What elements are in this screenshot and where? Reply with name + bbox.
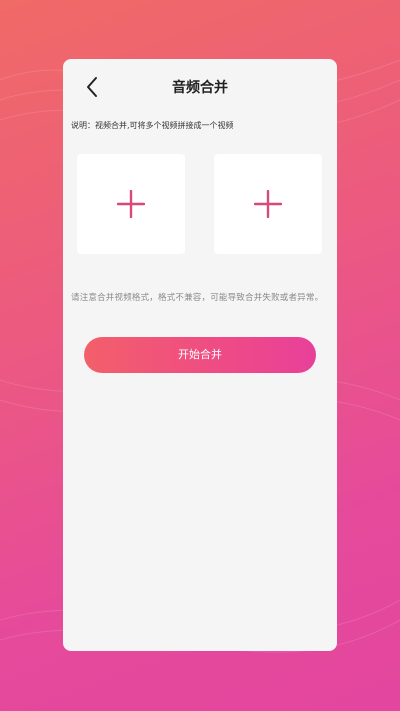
description-text: 说明：视频合并,可将多个视频拼接成一个视频 [71,121,234,130]
page-title: 音频合并 [172,80,228,96]
compatibility-notice: 请注意合并视频格式，格式不兼容，可能导致合并失败或者异常。 [71,293,324,303]
video-upload-slot-1[interactable] [77,154,185,254]
main-card: 音频合并 说明：视频合并,可将多个视频拼接成一个视频 请注意合并视频格式，格式不… [63,59,337,651]
plus-icon [254,190,282,218]
header: 音频合并 [63,59,337,115]
video-upload-slot-2[interactable] [214,154,322,254]
start-merge-button[interactable]: 开始合并 [84,337,316,373]
plus-icon [117,190,145,218]
